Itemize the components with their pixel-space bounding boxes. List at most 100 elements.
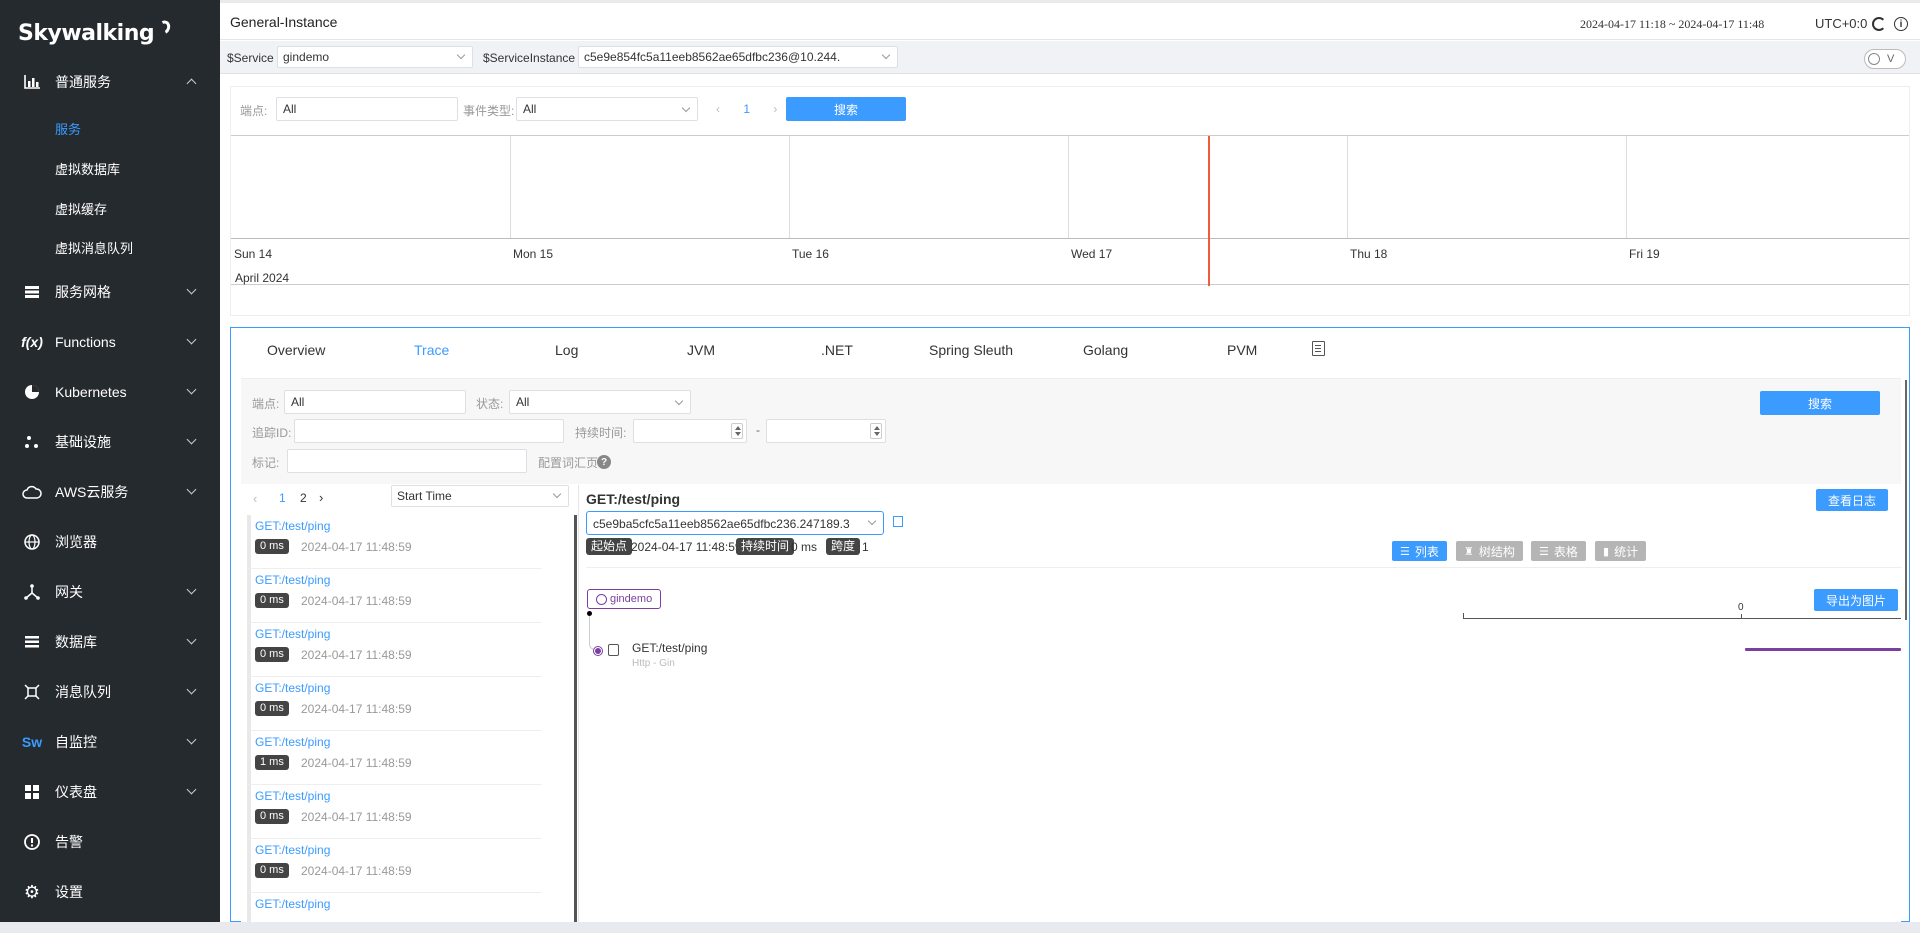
sidebar-item-browser[interactable]: 浏览器: [0, 517, 220, 567]
duration-min-input[interactable]: [633, 419, 747, 443]
trace-endpoint-input[interactable]: All: [284, 390, 466, 414]
sidebar-item-dashboard[interactable]: 仪表盘: [0, 767, 220, 817]
top-bar: General-Instance 2024-04-17 11:18 ~ 2024…: [220, 0, 1920, 40]
sidebar-item-gateway[interactable]: 网关: [0, 567, 220, 617]
list-view-button[interactable]: ☰ 列表: [1392, 541, 1447, 561]
service-select[interactable]: gindemo: [277, 46, 473, 68]
trace-search-button[interactable]: 搜索: [1760, 391, 1880, 415]
trace-list-item[interactable]: GET:/test/ping 1 ms 2024-04-17 11:48:59: [247, 731, 541, 785]
trace-filter-area: 端点: All 状态: All 搜索 追踪ID: 持续时间: - 标记: 配置词…: [241, 379, 1901, 484]
table-view-button[interactable]: ☰ 表格: [1531, 541, 1586, 561]
sidebar-item-aws[interactable]: AWS云服务: [0, 467, 220, 517]
sidebar-item-message-queue[interactable]: 消息队列: [0, 667, 220, 717]
stepper-icon[interactable]: [870, 423, 882, 439]
trace-list-item[interactable]: GET:/test/ping 0 ms 2024-04-17 11:48:59: [247, 623, 541, 677]
view-logs-button[interactable]: 查看日志: [1816, 489, 1888, 511]
trace-id-input[interactable]: [294, 419, 564, 443]
trace-list-item[interactable]: GET:/test/ping 0 ms 2024-04-17 11:48:59: [247, 677, 541, 731]
trace-detail: GET:/test/ping 查看日志 c5e9ba5cfc5a11eeb856…: [586, 485, 1901, 924]
stepper-icon[interactable]: [731, 423, 743, 439]
sidebar-item-functions[interactable]: f(x) Functions: [0, 317, 220, 367]
tab-dotnet[interactable]: .NET: [821, 342, 853, 358]
chevron-down-icon: [674, 396, 684, 406]
sidebar-item-settings[interactable]: ⚙ 设置: [0, 867, 220, 917]
info-icon[interactable]: i: [1894, 17, 1908, 31]
trace-endpoint[interactable]: GET:/test/ping: [255, 843, 330, 857]
event-page-number[interactable]: 1: [743, 102, 750, 116]
span-time-axis: [1463, 613, 1901, 619]
help-icon[interactable]: ?: [597, 455, 611, 469]
copy-icon[interactable]: [1312, 341, 1325, 356]
trace-list-scrollbar[interactable]: [574, 515, 577, 924]
export-image-button[interactable]: 导出为图片: [1814, 589, 1898, 611]
tab-trace[interactable]: Trace: [414, 342, 449, 358]
timeline-gridline: [1068, 136, 1069, 238]
sidebar-item-general-service[interactable]: 普通服务: [0, 57, 220, 107]
sidebar-item-self-monitoring[interactable]: Sw 自监控: [0, 717, 220, 767]
trace-endpoint[interactable]: GET:/test/ping: [255, 519, 330, 533]
trace-list-item[interactable]: GET:/test/ping 0 ms 2024-04-17 11:48:59: [247, 785, 541, 839]
event-endpoint-input[interactable]: All: [276, 97, 458, 121]
event-search-button[interactable]: 搜索: [786, 97, 906, 121]
statistics-view-button[interactable]: ▮ 统计: [1595, 541, 1647, 561]
chevron-down-icon: [681, 103, 691, 113]
logo[interactable]: Skywalking: [18, 18, 173, 48]
page-scrollbar[interactable]: [1905, 380, 1907, 620]
page-number[interactable]: 1: [279, 491, 286, 505]
sidebar-item-service-mesh[interactable]: 服务网格: [0, 267, 220, 317]
sidebar-subitem-virtual-database[interactable]: 虚拟数据库: [55, 159, 120, 178]
copy-icon[interactable]: [893, 516, 903, 527]
timezone-label[interactable]: UTC+0:0: [1815, 16, 1867, 31]
trace-endpoint[interactable]: GET:/test/ping: [255, 573, 330, 587]
sidebar-item-database[interactable]: 数据库: [0, 617, 220, 667]
trace-list-item[interactable]: GET:/test/ping 0 ms 2024-04-17 11:48:59: [247, 569, 541, 623]
tab-pvm[interactable]: PVM: [1227, 342, 1257, 358]
sort-select[interactable]: Start Time: [391, 485, 569, 507]
tab-golang[interactable]: Golang: [1083, 342, 1128, 358]
trace-endpoint[interactable]: GET:/test/ping: [255, 789, 330, 803]
sort-value: Start Time: [397, 489, 452, 503]
page-number[interactable]: 2: [300, 491, 307, 505]
time-range[interactable]: 2024-04-17 11:18 ~ 2024-04-17 11:48: [1580, 17, 1764, 32]
next-page-icon[interactable]: ›: [319, 490, 323, 505]
sidebar-item-infrastructure[interactable]: 基础设施: [0, 417, 220, 467]
next-page-icon[interactable]: ›: [773, 102, 777, 116]
trace-list-item[interactable]: GET:/test/ping 0 ms 2024-04-17 11:48:59: [247, 515, 541, 569]
duration-badge: 0 ms: [255, 647, 289, 662]
service-instance-select[interactable]: c5e9e854fc5a11eeb8562ae65dfbc236@10.244.: [578, 46, 898, 68]
sidebar-item-kubernetes[interactable]: Kubernetes: [0, 367, 220, 417]
trace-endpoint[interactable]: GET:/test/ping: [255, 681, 330, 695]
tab-spring-sleuth[interactable]: Spring Sleuth: [929, 342, 1013, 358]
trace-endpoint[interactable]: GET:/test/ping: [255, 627, 330, 641]
tab-jvm[interactable]: JVM: [687, 342, 715, 358]
list-icon: ☰: [1400, 545, 1410, 558]
trace-endpoint[interactable]: GET:/test/ping: [255, 897, 330, 911]
visibility-toggle[interactable]: V: [1864, 49, 1906, 69]
sidebar-subitem-virtual-mq[interactable]: 虚拟消息队列: [55, 238, 133, 257]
dashboard-icon: [22, 782, 42, 802]
trace-list-item[interactable]: GET:/test/ping: [247, 893, 541, 924]
reload-icon[interactable]: [1872, 17, 1886, 31]
duration-tag: 持续时间: [736, 538, 795, 555]
sidebar-item-alarm[interactable]: 告警: [0, 817, 220, 867]
trace-endpoint[interactable]: GET:/test/ping: [255, 735, 330, 749]
tree-view-button[interactable]: ♜ 树结构: [1456, 541, 1523, 561]
chevron-down-icon: [186, 684, 197, 695]
sidebar-subitem-service[interactable]: 服务: [55, 119, 81, 138]
tab-log[interactable]: Log: [555, 342, 578, 358]
tab-overview[interactable]: Overview: [267, 342, 325, 358]
span-duration-bar[interactable]: [1745, 648, 1901, 651]
span-node[interactable]: [594, 647, 602, 655]
sidebar-subitem-virtual-cache[interactable]: 虚拟缓存: [55, 199, 107, 218]
tags-input[interactable]: [287, 449, 527, 473]
trace-id-select[interactable]: c5e9ba5cfc5a11eeb8562ae65dfbc236.247189.…: [586, 511, 884, 535]
event-type-select[interactable]: All: [516, 97, 698, 121]
prev-page-icon[interactable]: ‹: [716, 102, 720, 116]
trace-list-item[interactable]: GET:/test/ping 0 ms 2024-04-17 11:48:59: [247, 839, 541, 893]
trace-status-select[interactable]: All: [509, 390, 691, 414]
timeline-gridline: [1347, 136, 1348, 238]
span-name[interactable]: GET:/test/ping: [632, 641, 707, 655]
duration-max-input[interactable]: [766, 419, 886, 443]
config-vocabulary-link[interactable]: 配置词汇页: [538, 454, 598, 471]
prev-page-icon[interactable]: ‹: [253, 491, 257, 506]
